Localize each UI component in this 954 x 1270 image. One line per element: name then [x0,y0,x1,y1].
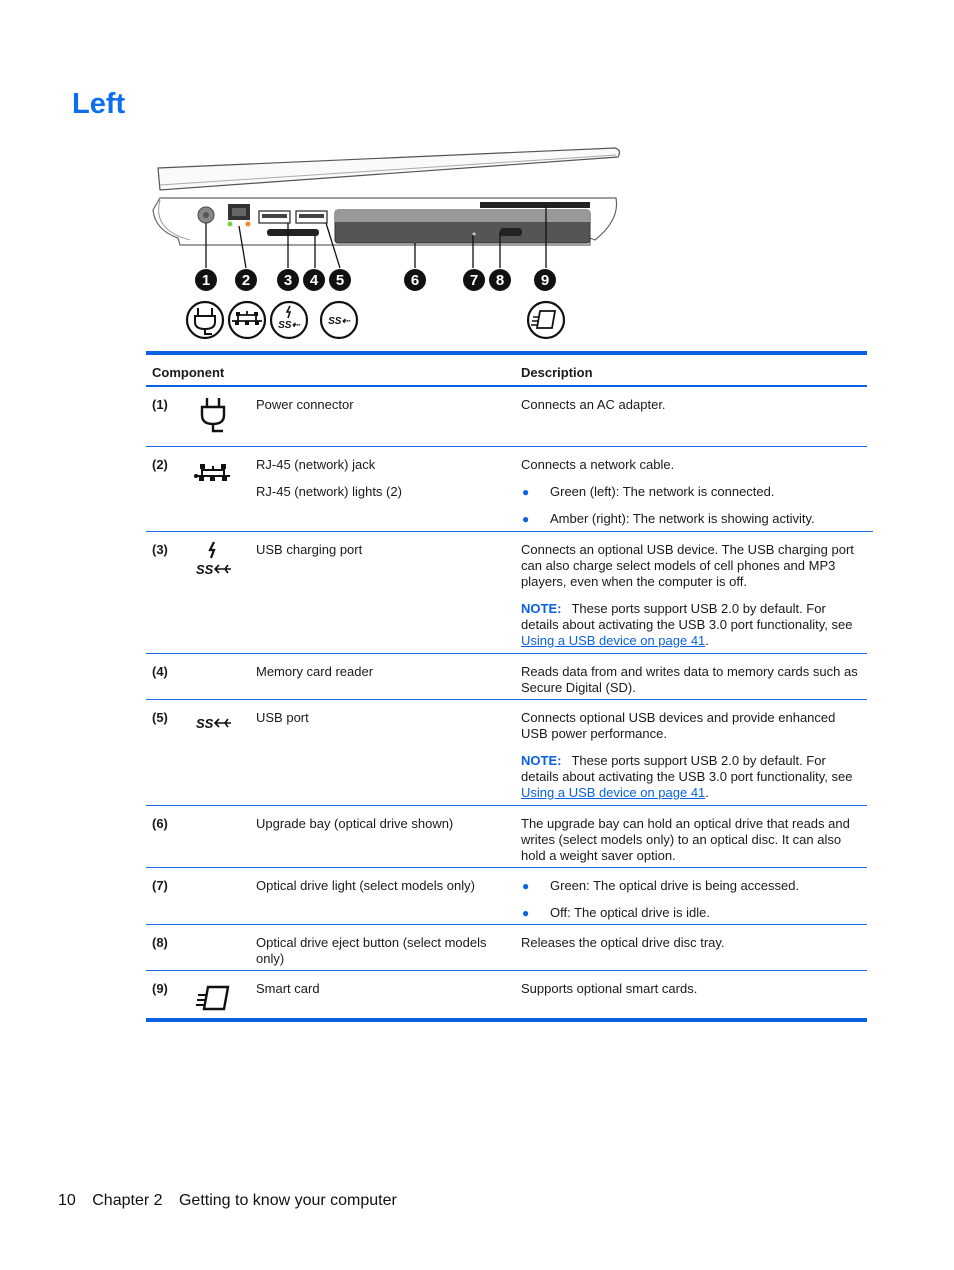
memory-card-reader [267,229,319,236]
power-plug-icon [200,398,226,433]
note-label: NOTE: [521,753,562,768]
row-number: (7) [152,878,168,893]
usb-charging-icon: SS⇠ [269,300,309,340]
smart-card-icon [196,985,230,1011]
callout-6: 6 [404,269,426,291]
table-row: (5) SS USB port Connects optional USB de… [146,700,867,806]
bullet-item: ● Amber (right): The network is showing a… [522,511,815,526]
usb-device-link[interactable]: Using a USB device on page 41 [521,633,705,648]
component-name: RJ-45 (network) jack [256,457,376,472]
callout-4: 4 [303,269,325,291]
callout-8: 8 [489,269,511,291]
table-row: (2) RJ-45 (network) jack RJ-45 (network)… [146,447,873,532]
note-label: NOTE: [521,601,562,616]
callout-1: 1 [195,269,217,291]
laptop-left-side-illustration: 1 2 3 4 5 6 7 8 9 SS⇠ SS⇠ [152,147,621,340]
svg-text:SS⇠: SS⇠ [278,320,300,331]
laptop-lid [157,147,621,191]
callout-3: 3 [277,269,299,291]
row-number: (8) [152,935,168,950]
usb-superspeed-icon: SS [196,716,231,731]
svg-text:2: 2 [242,272,250,289]
table-row: (1) Power connector Connects an AC adapt… [146,387,867,447]
smart-card-icon [526,300,566,340]
component-name: Upgrade bay (optical drive shown) [256,816,454,831]
bullet-icon: ● [522,485,530,499]
row-number: (9) [152,981,168,996]
network-icon [227,300,267,340]
component-name: Optical drive eject button (select model… [256,935,487,966]
description-text: Connects an optional USB device. The USB… [521,542,854,589]
svg-text:5: 5 [336,272,344,289]
description-text: Supports optional smart cards. [521,981,698,996]
svg-text:SS⇠: SS⇠ [328,316,350,327]
svg-text:3: 3 [284,272,292,289]
page-footer: 10 Chapter 2 Getting to know your comput… [58,1192,409,1210]
description-text: Reads data from and writes data to memor… [521,664,858,695]
description-text: Releases the optical drive disc tray. [521,935,725,950]
row-number: (2) [152,457,168,472]
svg-text:7: 7 [470,272,478,289]
note: NOTE: These ports support USB 2.0 by defa… [521,601,853,648]
callout-5: 5 [329,269,351,291]
network-icon [194,464,230,481]
description-text: Connects a network cable. [521,457,675,472]
description-text: Connects an AC adapter. [521,397,666,412]
bullet-icon: ● [522,512,530,526]
table-header: Component Description [146,355,867,387]
svg-text:6: 6 [411,272,419,289]
usb-charging-icon: SS [196,541,231,577]
table-row: (6) Upgrade bay (optical drive shown) Th… [146,806,867,868]
callout-9: 9 [534,269,556,291]
svg-text:9: 9 [541,272,549,289]
power-plug-icon [185,300,225,340]
chapter-label: Chapter 2 [92,1192,163,1209]
table-row: (3) SS USB charging port Connects an opt… [146,532,867,654]
header-description: Description [521,365,593,380]
table-row: (8) Optical drive eject button (select m… [146,925,867,971]
component-name: Power connector [256,397,354,412]
row-number: (5) [152,710,168,725]
header-component: Component [152,365,225,380]
row-number: (6) [152,816,168,831]
component-name: RJ-45 (network) lights (2) [256,484,402,499]
component-name: Optical drive light (select models only) [256,878,475,893]
component-table: Component Description (1) Power connecto… [146,351,873,1022]
component-name: Smart card [256,981,320,996]
usb-superspeed-icon: SS⇠ [319,300,359,340]
table-bottom-rule [146,1018,867,1022]
table-row: (4) Memory card reader Reads data from a… [146,654,867,700]
row-number: (3) [152,542,168,557]
bullet-item: ● Green: The optical drive is being acces… [522,878,800,893]
component-name: USB charging port [256,542,363,557]
callout-2: 2 [235,269,257,291]
row-number: (1) [152,397,168,412]
bullet-item: ● Green (left): The network is connected. [522,484,775,499]
bullet-icon: ● [522,906,530,920]
callout-7: 7 [463,269,485,291]
bullet-item: ● Off: The optical drive is idle. [522,905,710,920]
page-title: Left [72,88,126,120]
svg-text:8: 8 [496,272,504,289]
svg-text:SS: SS [196,562,214,577]
table-row: (9) Smart card Supports optional smart c… [146,971,867,1018]
note: NOTE: These ports support USB 2.0 by defa… [521,753,853,800]
svg-text:SS: SS [196,716,214,731]
row-number: (4) [152,664,168,679]
optical-eject-button [500,228,522,236]
description-text: Connects optional USB devices and provid… [521,710,836,741]
table-row: (7) Optical drive light (select models o… [146,868,867,925]
page-number: 10 [58,1192,76,1209]
svg-text:1: 1 [202,272,210,289]
component-name: Memory card reader [256,664,374,679]
smart-card-slot [480,202,590,208]
usb-device-link[interactable]: Using a USB device on page 41 [521,785,705,800]
svg-text:4: 4 [310,272,319,289]
component-name: USB port [256,710,309,725]
chapter-title: Getting to know your computer [178,1192,397,1209]
description-text: The upgrade bay can hold an optical driv… [521,816,850,863]
bullet-icon: ● [522,879,530,893]
